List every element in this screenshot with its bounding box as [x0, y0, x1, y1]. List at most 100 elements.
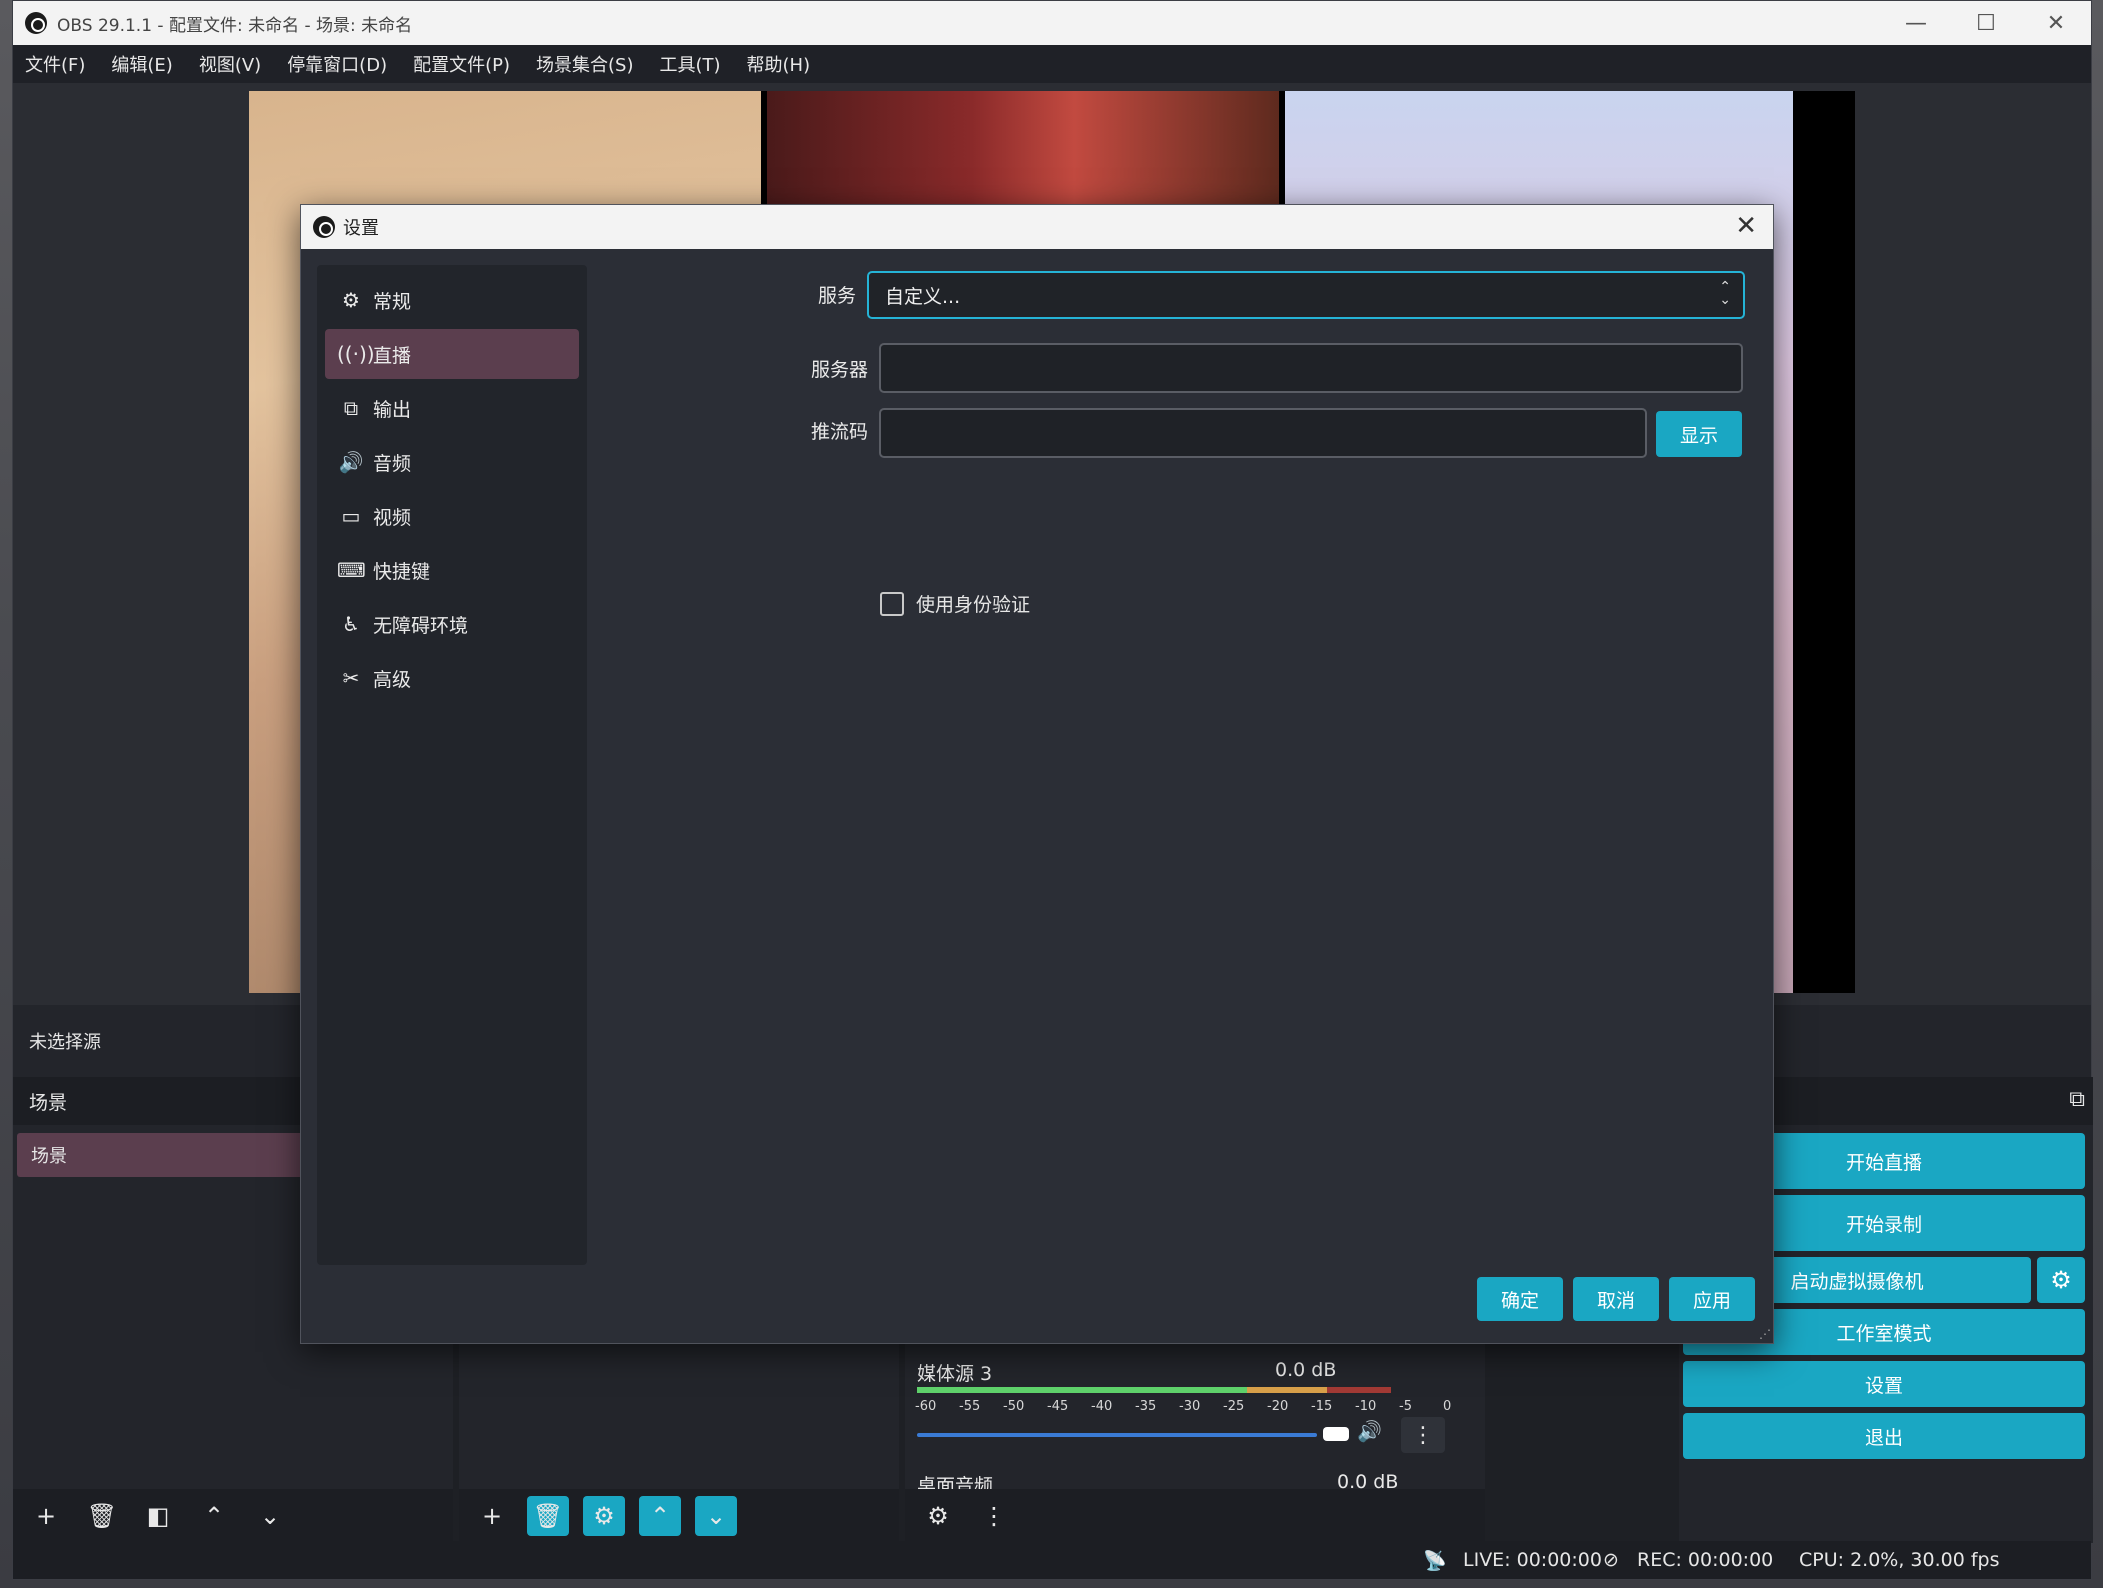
- nav-item-accessibility[interactable]: ♿ 无障碍环境: [325, 599, 579, 649]
- menu-file[interactable]: 文件(F): [25, 51, 85, 77]
- preview-source-image: [767, 91, 1279, 211]
- keyboard-icon: ⌨: [337, 558, 366, 582]
- obs-logo-icon: [313, 216, 335, 238]
- meter-tick: -45: [1047, 1399, 1069, 1414]
- minimize-button[interactable]: —: [1881, 1, 1951, 45]
- move-source-down-icon[interactable]: ⌄: [695, 1496, 737, 1536]
- scene-list-item[interactable]: 场景: [17, 1133, 323, 1177]
- mixer-menu-kebab-icon[interactable]: ⋮: [1401, 1417, 1445, 1453]
- stream-key-input[interactable]: [879, 408, 1647, 458]
- menu-scene-collection[interactable]: 场景集合(S): [536, 51, 633, 77]
- source-properties-gear-icon[interactable]: ⚙: [583, 1496, 625, 1536]
- dialog-title: 设置: [343, 218, 379, 239]
- nav-item-video[interactable]: ▭ 视频: [325, 491, 579, 541]
- nav-item-label: 视频: [373, 506, 412, 529]
- speaker-icon: 🔊: [338, 450, 364, 474]
- meter-tick: -40: [1091, 1399, 1113, 1414]
- audio-meter-yellow: [1247, 1387, 1327, 1393]
- add-source-button[interactable]: +: [471, 1496, 513, 1536]
- nav-item-advanced[interactable]: ✂ 高级: [325, 653, 579, 703]
- obs-logo-icon: [25, 12, 47, 34]
- use-auth-label: 使用身份验证: [916, 594, 1031, 616]
- menu-edit[interactable]: 编辑(E): [111, 51, 172, 77]
- scene-filters-icon[interactable]: ◧: [137, 1496, 179, 1536]
- resize-grip-icon[interactable]: ⋰: [1759, 1327, 1771, 1341]
- mute-speaker-icon[interactable]: 🔊: [1357, 1419, 1382, 1443]
- nav-item-label: 音频: [373, 452, 412, 475]
- service-select[interactable]: 自定义... ⌃ ⌄: [867, 271, 1745, 319]
- mixer-next-source-name: 桌面音频: [917, 1475, 994, 1489]
- show-stream-key-button[interactable]: 显示: [1656, 411, 1742, 457]
- select-chevron-updown-icon: ⌃ ⌄: [1719, 279, 1731, 308]
- stream-key-label: 推流码: [811, 421, 869, 443]
- rec-timer: REC: 00:00:00: [1637, 1549, 1774, 1571]
- apply-button[interactable]: 应用: [1669, 1277, 1755, 1321]
- meter-tick: -30: [1179, 1399, 1201, 1414]
- move-scene-up-icon[interactable]: ⌃: [193, 1496, 235, 1536]
- menu-docks[interactable]: 停靠窗口(D): [287, 51, 387, 77]
- settings-button[interactable]: 设置: [1683, 1361, 2085, 1407]
- server-label: 服务器: [811, 359, 869, 381]
- server-input[interactable]: [879, 343, 1743, 393]
- meter-tick: -5: [1399, 1399, 1412, 1414]
- nav-item-stream[interactable]: ((·)) 直播: [325, 329, 579, 379]
- meter-tick: -20: [1267, 1399, 1289, 1414]
- cpu-fps-readout: CPU: 2.0%, 30.00 fps: [1799, 1549, 2000, 1571]
- mixer-options-kebab-icon[interactable]: ⋮: [973, 1496, 1015, 1536]
- volume-slider-track[interactable]: [917, 1433, 1317, 1437]
- meter-tick: -25: [1223, 1399, 1245, 1414]
- nav-item-label: 快捷键: [373, 560, 431, 583]
- dialog-titlebar: 设置 ✕: [301, 205, 1773, 249]
- exit-button[interactable]: 退出: [1683, 1413, 2085, 1459]
- nav-item-label: 高级: [373, 668, 412, 691]
- nav-item-hotkeys[interactable]: ⌨ 快捷键: [325, 545, 579, 595]
- nav-item-label: 无障碍环境: [373, 614, 469, 637]
- monitor-icon: ▭: [341, 504, 361, 528]
- nav-item-output[interactable]: ⧉ 输出: [325, 383, 579, 433]
- volume-slider-handle[interactable]: [1323, 1427, 1349, 1441]
- accessibility-icon: ♿: [342, 612, 360, 636]
- undock-icon[interactable]: ⧉: [2069, 1087, 2085, 1112]
- menu-view[interactable]: 视图(V): [199, 51, 261, 77]
- antenna-icon: ((·)): [337, 342, 375, 366]
- meter-tick: -55: [959, 1399, 981, 1414]
- move-scene-down-icon[interactable]: ⌄: [249, 1496, 291, 1536]
- use-auth-checkbox-row[interactable]: 使用身份验证: [880, 590, 1030, 617]
- meter-tick: -35: [1135, 1399, 1157, 1414]
- dialog-close-icon[interactable]: ✕: [1735, 211, 1757, 241]
- service-select-value: 自定义...: [885, 285, 961, 308]
- virtual-camera-settings-gear-icon[interactable]: ⚙: [2037, 1257, 2085, 1303]
- menu-profile[interactable]: 配置文件(P): [413, 51, 510, 77]
- nav-item-audio[interactable]: 🔊 音频: [325, 437, 579, 487]
- nav-item-label: 输出: [373, 398, 412, 421]
- use-auth-checkbox[interactable]: [880, 591, 904, 616]
- mixer-next-level-db: 0.0 dB: [1337, 1471, 1399, 1489]
- menu-tools[interactable]: 工具(T): [659, 51, 720, 77]
- service-label: 服务: [818, 285, 857, 307]
- menu-help[interactable]: 帮助(H): [747, 51, 811, 77]
- no-source-label: 未选择源: [29, 1032, 101, 1053]
- add-scene-button[interactable]: +: [25, 1496, 67, 1536]
- nav-item-general[interactable]: ⚙ 常规: [325, 275, 579, 325]
- live-timer: LIVE: 00:00:00: [1463, 1549, 1602, 1571]
- close-window-button[interactable]: ✕: [2021, 1, 2091, 45]
- remove-scene-trash-icon[interactable]: 🗑: [81, 1496, 123, 1536]
- menu-bar: 文件(F) 编辑(E) 视图(V) 停靠窗口(D) 配置文件(P) 场景集合(S…: [13, 45, 2091, 83]
- output-icon: ⧉: [343, 396, 359, 420]
- nav-item-label: 常规: [373, 290, 412, 313]
- remove-source-trash-icon[interactable]: 🗑: [527, 1496, 569, 1536]
- mixer-source-name: 媒体源 3: [917, 1363, 993, 1385]
- rec-status-icon: ⊘: [1603, 1549, 1619, 1571]
- mixer-toolbar: ⚙ ⋮: [905, 1489, 1485, 1543]
- move-source-up-icon[interactable]: ⌃: [639, 1496, 681, 1536]
- settings-dialog: 设置 ✕ ⚙ 常规 ((·)) 直播 ⧉ 输出 🔊 音频 ▭ 视频 ⌨ 快捷键 …: [300, 204, 1774, 1344]
- maximize-button[interactable]: ☐: [1951, 1, 2021, 45]
- meter-tick: -60: [915, 1399, 937, 1414]
- cancel-button[interactable]: 取消: [1573, 1277, 1659, 1321]
- sources-toolbar: + 🗑 ⚙ ⌃ ⌄: [459, 1489, 899, 1543]
- audio-meter-green: [917, 1387, 1247, 1393]
- meter-tick: 0: [1443, 1399, 1452, 1414]
- meter-tick: -10: [1355, 1399, 1377, 1414]
- advanced-audio-gear-icon[interactable]: ⚙: [917, 1496, 959, 1536]
- ok-button[interactable]: 确定: [1477, 1277, 1563, 1321]
